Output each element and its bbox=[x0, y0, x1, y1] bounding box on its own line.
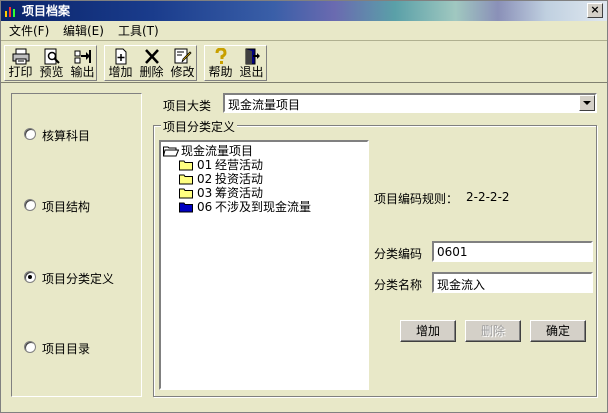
menu-file[interactable]: 文件(F) bbox=[9, 24, 49, 38]
folder-icon bbox=[179, 160, 193, 171]
tree-node-label: 投资活动 bbox=[215, 172, 264, 186]
delete-button[interactable]: 删除 bbox=[465, 320, 521, 342]
dropdown-arrow-icon[interactable] bbox=[579, 95, 595, 111]
add-icon bbox=[115, 48, 126, 65]
category-tree[interactable]: 现金流量项目 01 经营活动 02 投资活动 03 筹资活动 06 不涉及到现金流量 bbox=[159, 140, 369, 390]
delete-x-icon bbox=[144, 49, 159, 64]
option-label: 项目分类定义 bbox=[42, 272, 115, 286]
category-code-input[interactable]: 0601 bbox=[432, 241, 593, 262]
close-button[interactable]: × bbox=[587, 3, 603, 18]
confirm-button[interactable]: 确定 bbox=[530, 320, 586, 342]
toolbar-add-button[interactable]: 增加 bbox=[105, 46, 136, 80]
window-title: 项目档案 bbox=[22, 4, 71, 18]
category-name-input[interactable]: 现金流入 bbox=[432, 272, 593, 293]
tree-node-label: 经营活动 bbox=[215, 158, 264, 172]
exit-door-icon bbox=[245, 48, 260, 65]
option-label: 项目结构 bbox=[42, 200, 91, 214]
group-title: 项目分类定义 bbox=[161, 118, 238, 135]
tree-node-code: 01 bbox=[197, 158, 213, 172]
category-select[interactable]: 现金流量项目 bbox=[223, 93, 597, 113]
tree-node-label: 筹资活动 bbox=[215, 186, 264, 200]
toolbar-delete-button[interactable]: 删除 bbox=[136, 46, 167, 80]
toolbar-add-label: 增加 bbox=[108, 65, 133, 79]
coding-rule-label: 项目编码规则： bbox=[374, 192, 459, 206]
option-panel: 核算科目 项目结构 项目分类定义 项目目录 bbox=[11, 93, 142, 397]
menu-edit[interactable]: 编辑(E) bbox=[63, 24, 104, 38]
selected-folder-icon bbox=[179, 202, 193, 213]
print-button[interactable]: 打印 bbox=[5, 46, 36, 80]
app-chart-icon bbox=[5, 7, 15, 17]
category-name-value: 现金流入 bbox=[437, 278, 486, 292]
add-button[interactable]: 增加 bbox=[400, 320, 456, 342]
radio-button[interactable] bbox=[24, 128, 36, 140]
edit-pencil-icon bbox=[174, 48, 192, 64]
tree-node-code: 03 bbox=[197, 186, 213, 200]
export-label: 输出 bbox=[70, 65, 95, 79]
modify-button[interactable]: 修改 bbox=[167, 46, 198, 80]
menu-tools[interactable]: 工具(T) bbox=[118, 24, 159, 38]
category-label: 项目大类 bbox=[163, 99, 212, 113]
radio-button[interactable] bbox=[24, 199, 36, 211]
tree-node-code: 06 bbox=[197, 200, 213, 214]
folder-icon bbox=[179, 174, 193, 185]
menu-bar: 文件(F) 编辑(E) 工具(T) bbox=[1, 21, 607, 41]
coding-rule-value: 2-2-2-2 bbox=[466, 190, 510, 204]
category-code-value: 0601 bbox=[437, 245, 468, 259]
toolbar: 打印 预览 输出 增加 删除 修改 帮助 退出 bbox=[1, 42, 607, 83]
help-icon bbox=[215, 48, 227, 64]
modify-label: 修改 bbox=[170, 65, 195, 79]
radio-button[interactable] bbox=[24, 341, 36, 353]
tree-node-code: 02 bbox=[197, 172, 213, 186]
category-name-label: 分类名称 bbox=[374, 278, 423, 292]
tree-node-label: 不涉及到现金流量 bbox=[215, 200, 312, 214]
toolbar-delete-label: 删除 bbox=[139, 65, 164, 79]
print-label: 打印 bbox=[8, 65, 33, 79]
export-button[interactable]: 输出 bbox=[67, 46, 98, 80]
category-value: 现金流量项目 bbox=[228, 98, 301, 112]
printer-icon bbox=[12, 48, 29, 65]
help-button[interactable]: 帮助 bbox=[205, 46, 236, 80]
preview-button[interactable]: 预览 bbox=[36, 46, 67, 80]
toolbar-group-misc: 帮助 退出 bbox=[204, 45, 267, 81]
option-label: 项目目录 bbox=[42, 342, 91, 356]
preview-label: 预览 bbox=[39, 65, 64, 79]
preview-icon bbox=[44, 48, 60, 65]
folder-icon bbox=[179, 188, 193, 199]
category-code-label: 分类编码 bbox=[374, 247, 423, 261]
title-bar[interactable]: 项目档案 × bbox=[1, 1, 607, 21]
exit-label: 退出 bbox=[239, 65, 264, 79]
exit-button[interactable]: 退出 bbox=[236, 46, 267, 80]
tree-node-label: 现金流量项目 bbox=[181, 144, 254, 158]
project-archive-window: 项目档案 × 文件(F) 编辑(E) 工具(T) 打印 预览 输出 增加 删除 … bbox=[0, 0, 608, 413]
radio-button-checked[interactable] bbox=[24, 271, 36, 283]
option-label: 核算科目 bbox=[42, 129, 91, 143]
toolbar-group-edit: 增加 删除 修改 bbox=[104, 45, 197, 81]
open-folder-icon bbox=[163, 146, 179, 157]
toolbar-group-output: 打印 预览 输出 bbox=[4, 45, 97, 81]
export-icon bbox=[74, 50, 91, 64]
help-label: 帮助 bbox=[208, 65, 233, 79]
